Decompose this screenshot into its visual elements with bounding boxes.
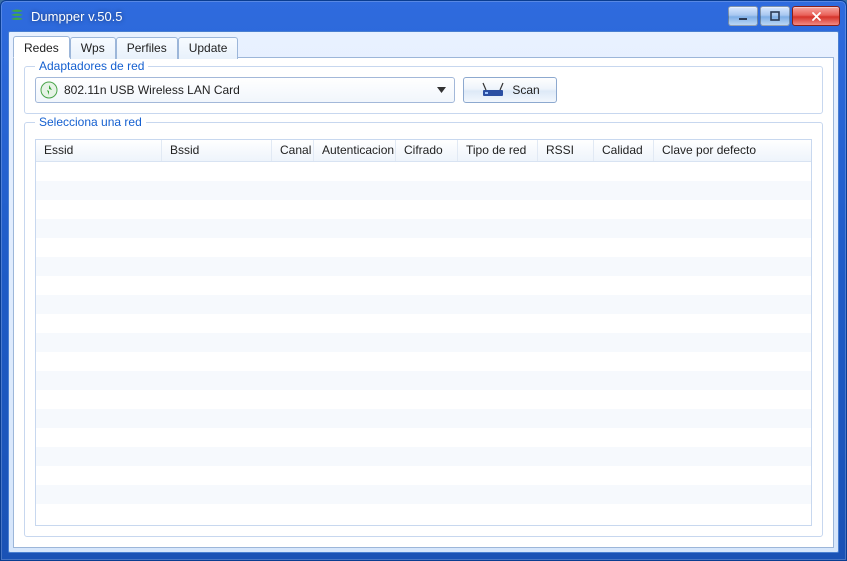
- list-row: [36, 314, 811, 333]
- tabstrip: Redes Wps Perfiles Update: [13, 36, 834, 58]
- close-button[interactable]: [792, 6, 840, 26]
- list-row: [36, 200, 811, 219]
- tab-perfiles[interactable]: Perfiles: [116, 37, 178, 59]
- column-clave[interactable]: Clave por defecto: [654, 140, 794, 161]
- window-controls: [728, 6, 840, 26]
- adapter-selected-text: 802.11n USB Wireless LAN Card: [64, 83, 426, 97]
- client-area: Redes Wps Perfiles Update Adaptadores de…: [8, 31, 839, 553]
- list-row: [36, 428, 811, 447]
- column-essid[interactable]: Essid: [36, 140, 162, 161]
- app-window: Dumpper v.50.5 Redes Wps Perfiles Update…: [0, 0, 847, 561]
- minimize-button[interactable]: [728, 6, 758, 26]
- list-row: [36, 295, 811, 314]
- list-row: [36, 276, 811, 295]
- networks-group-label: Selecciona una red: [35, 115, 146, 129]
- list-row: [36, 409, 811, 428]
- list-row: [36, 257, 811, 276]
- list-row: [36, 238, 811, 257]
- adapters-group: Adaptadores de red 802.11n USB Wireless …: [24, 66, 823, 114]
- window-title: Dumpper v.50.5: [31, 9, 728, 24]
- list-row: [36, 371, 811, 390]
- networks-listview[interactable]: Essid Bssid Canal Autenticacion Cifrado …: [35, 139, 812, 526]
- column-autenticacion[interactable]: Autenticacion: [314, 140, 396, 161]
- maximize-button[interactable]: [760, 6, 790, 26]
- app-icon: [9, 8, 25, 24]
- column-cifrado[interactable]: Cifrado: [396, 140, 458, 161]
- list-row: [36, 219, 811, 238]
- listview-header: Essid Bssid Canal Autenticacion Cifrado …: [36, 140, 811, 162]
- column-tipo[interactable]: Tipo de red: [458, 140, 538, 161]
- tab-redes[interactable]: Redes: [13, 36, 70, 58]
- list-row: [36, 504, 811, 523]
- list-row: [36, 466, 811, 485]
- list-row: [36, 181, 811, 200]
- titlebar[interactable]: Dumpper v.50.5: [1, 1, 846, 31]
- chevron-down-icon: [432, 78, 450, 102]
- adapter-dropdown[interactable]: 802.11n USB Wireless LAN Card: [35, 77, 455, 103]
- scan-button-label: Scan: [512, 83, 539, 97]
- listview-body: [36, 162, 811, 525]
- list-row: [36, 352, 811, 371]
- list-row: [36, 333, 811, 352]
- list-row: [36, 390, 811, 409]
- tabpage-redes: Adaptadores de red 802.11n USB Wireless …: [13, 57, 834, 548]
- column-calidad[interactable]: Calidad: [594, 140, 654, 161]
- networks-group: Selecciona una red Essid Bssid Canal Aut…: [24, 122, 823, 537]
- column-bssid[interactable]: Bssid: [162, 140, 272, 161]
- tab-update[interactable]: Update: [178, 37, 239, 59]
- tab-wps[interactable]: Wps: [70, 37, 116, 59]
- list-row: [36, 485, 811, 504]
- column-canal[interactable]: Canal: [272, 140, 314, 161]
- scan-button[interactable]: Scan: [463, 77, 557, 103]
- list-row: [36, 162, 811, 181]
- column-rssi[interactable]: RSSI: [538, 140, 594, 161]
- adapters-group-label: Adaptadores de red: [35, 59, 148, 73]
- router-icon: [480, 82, 506, 98]
- list-row: [36, 447, 811, 466]
- adapter-icon: [40, 81, 58, 99]
